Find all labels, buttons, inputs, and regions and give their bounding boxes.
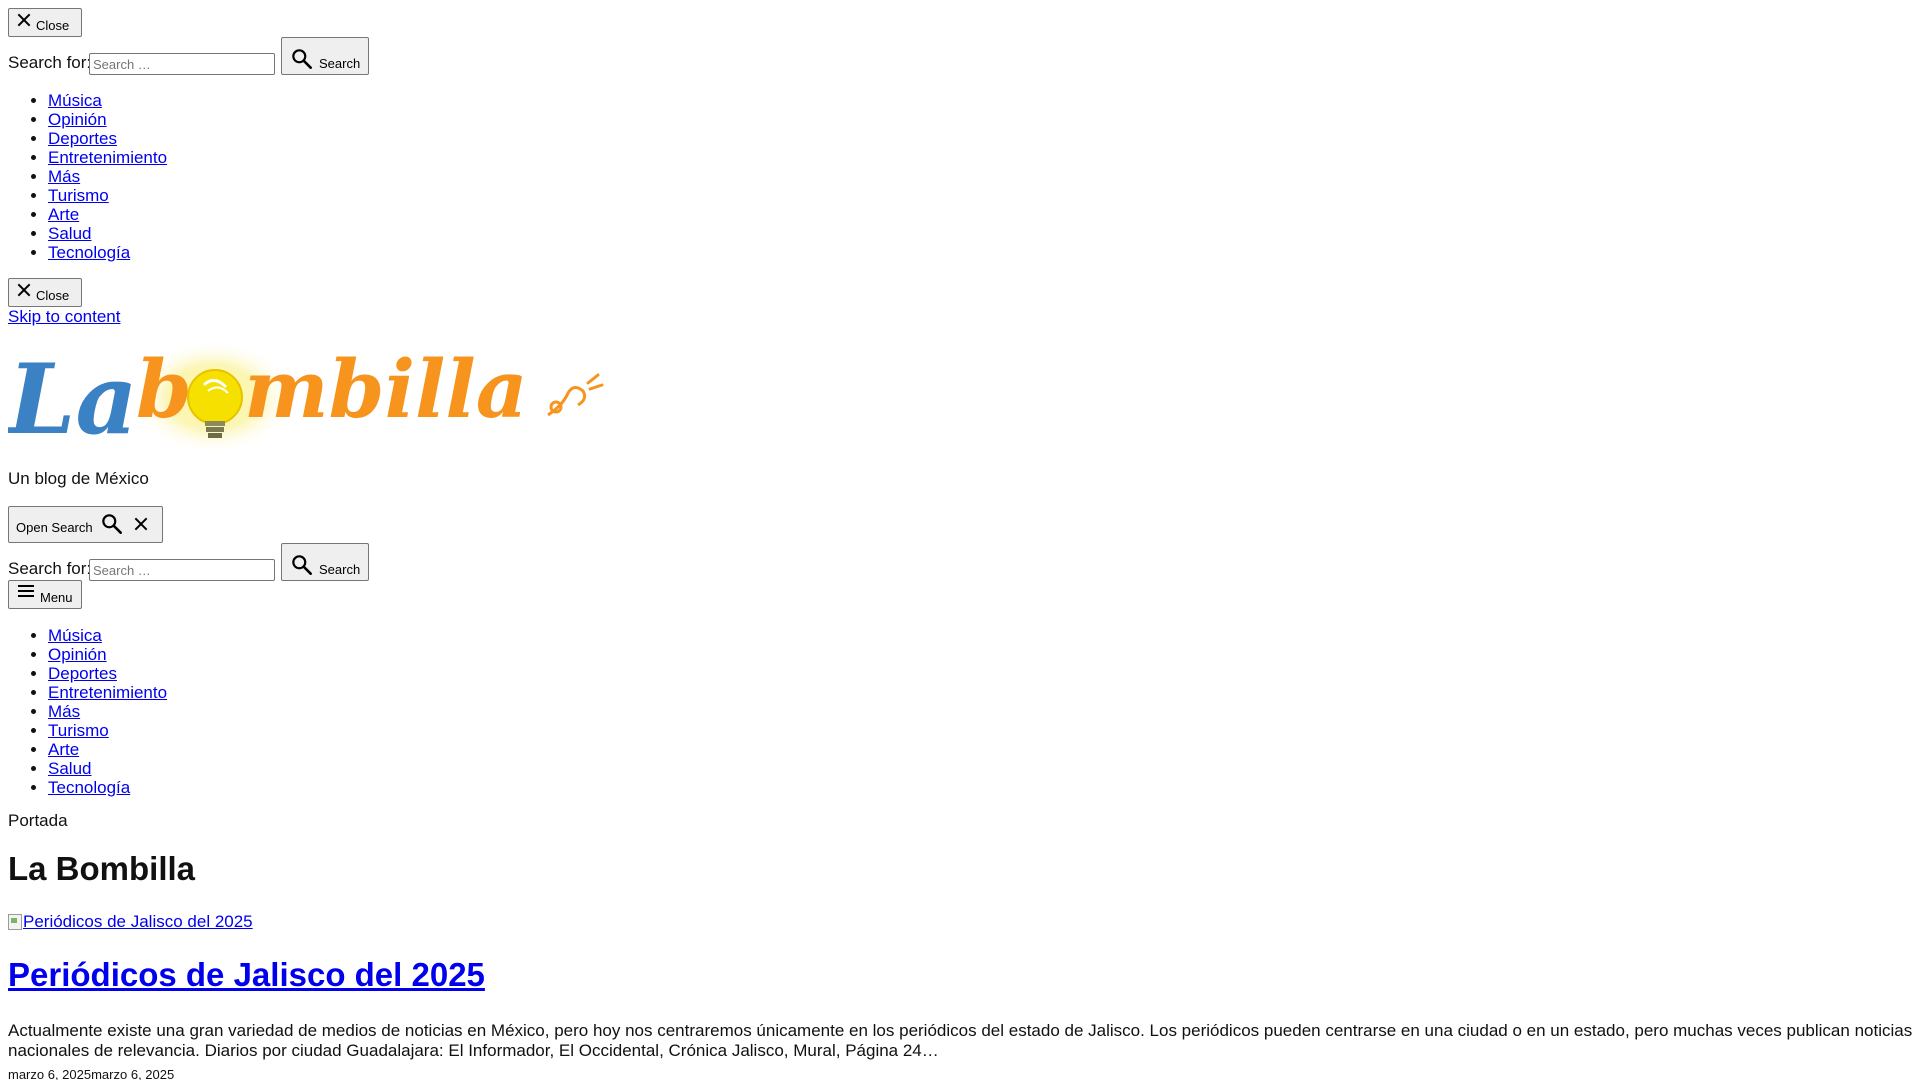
close-icon <box>16 282 32 298</box>
modal-nav-link-opinion[interactable]: Opinión <box>48 110 107 129</box>
post-image-link[interactable]: Periódicos de Jalisco del 2025 <box>8 912 253 932</box>
search-icon <box>289 46 315 72</box>
post-date: marzo 6, 2025marzo 6, 2025 <box>8 1067 175 1080</box>
modal-nav-menu: Música Opinión Deportes Entretenimiento … <box>0 91 167 262</box>
primary-nav-menu: Música Opinión Deportes Entretenimiento … <box>0 626 167 797</box>
modal-nav-link-musica[interactable]: Música <box>48 91 102 110</box>
nav-link-turismo[interactable]: Turismo <box>48 721 109 740</box>
open-search-label: Open Search <box>16 520 93 535</box>
logo-image: La b mbilla <box>5 339 604 456</box>
post-title: Periódicos de Jalisco del 2025 <box>8 955 485 995</box>
modal-close-label-secondary: Close <box>36 288 70 303</box>
modal-nav-link-arte[interactable]: Arte <box>48 205 79 224</box>
menu-icon <box>16 581 36 601</box>
modal-search-label: Search for: <box>8 53 92 72</box>
modal-close-button-secondary[interactable]: Close <box>8 278 82 307</box>
modal-nav-item: Música <box>48 91 167 110</box>
primary-nav-item: Opinión <box>48 645 167 664</box>
modal-close-button[interactable]: Close <box>8 8 82 37</box>
primary-nav-item: Arte <box>48 740 167 759</box>
open-search-button[interactable]: Open Search <box>8 506 163 543</box>
header-search-button-label: Search <box>319 562 361 577</box>
svg-text:La: La <box>8 345 138 455</box>
svg-text:b: b <box>136 345 192 436</box>
modal-nav-link-salud[interactable]: Salud <box>48 224 91 243</box>
nav-link-entretenimiento[interactable]: Entretenimiento <box>48 683 167 702</box>
modal-nav-item: Tecnología <box>48 243 167 262</box>
modal-nav-link-tecnologia[interactable]: Tecnología <box>48 243 130 262</box>
breadcrumb: Portada <box>8 811 68 830</box>
modal-close-label: Close <box>36 18 70 33</box>
search-icon <box>99 511 125 537</box>
header-search-label: Search for: <box>8 559 92 578</box>
page: Close Search for: Search Música Opinión … <box>0 0 1920 1080</box>
primary-nav-item: Música <box>48 626 167 645</box>
svg-text:mbilla: mbilla <box>244 345 528 436</box>
post-excerpt: Actualmente existe una gran variedad de … <box>8 1021 1913 1060</box>
header-search-input[interactable] <box>89 559 275 581</box>
nav-link-mas[interactable]: Más <box>48 702 80 721</box>
primary-nav-item: Más <box>48 702 167 721</box>
menu-toggle-label: Menu <box>40 590 73 605</box>
close-icon <box>133 516 149 532</box>
site-tagline: Un blog de México <box>8 469 149 488</box>
primary-nav-item: Entretenimiento <box>48 683 167 702</box>
nav-link-deportes[interactable]: Deportes <box>48 664 117 683</box>
nav-link-tecnologia[interactable]: Tecnología <box>48 778 130 797</box>
modal-nav-item: Entretenimiento <box>48 148 167 167</box>
page-title: La Bombilla <box>8 850 196 887</box>
nav-link-musica[interactable]: Música <box>48 626 102 645</box>
modal-nav-item: Arte <box>48 205 167 224</box>
primary-nav-item: Salud <box>48 759 167 778</box>
nav-link-salud[interactable]: Salud <box>48 759 91 778</box>
modal-nav-item: Más <box>48 167 167 186</box>
modal-nav-link-turismo[interactable]: Turismo <box>48 186 109 205</box>
modal-nav-item: Deportes <box>48 129 167 148</box>
site-logo[interactable]: La b mbilla <box>5 339 608 456</box>
primary-nav-item: Tecnología <box>48 778 167 797</box>
modal-search-button[interactable]: Search <box>281 37 369 75</box>
primary-nav-item: Deportes <box>48 664 167 683</box>
header-search-button[interactable]: Search <box>281 543 369 581</box>
modal-nav-link-deportes[interactable]: Deportes <box>48 129 117 148</box>
modal-search-button-label: Search <box>319 56 361 71</box>
search-icon <box>289 552 315 578</box>
modal-nav-item: Opinión <box>48 110 167 129</box>
modal-nav-item: Salud <box>48 224 167 243</box>
modal-search-input[interactable] <box>89 53 275 75</box>
modal-nav-link-mas[interactable]: Más <box>48 167 80 186</box>
modal-nav-link-entretenimiento[interactable]: Entretenimiento <box>48 148 167 167</box>
skip-to-content-link[interactable]: Skip to content <box>8 307 120 327</box>
primary-nav-item: Turismo <box>48 721 167 740</box>
post-title-link[interactable]: Periódicos de Jalisco del 2025 <box>8 956 485 993</box>
broken-image-icon <box>8 914 22 930</box>
modal-nav-item: Turismo <box>48 186 167 205</box>
nav-link-arte[interactable]: Arte <box>48 740 79 759</box>
post-image-alt: Periódicos de Jalisco del 2025 <box>23 912 253 931</box>
close-icon <box>16 12 32 28</box>
menu-toggle-button[interactable]: Menu <box>8 580 82 609</box>
nav-link-opinion[interactable]: Opinión <box>48 645 107 664</box>
